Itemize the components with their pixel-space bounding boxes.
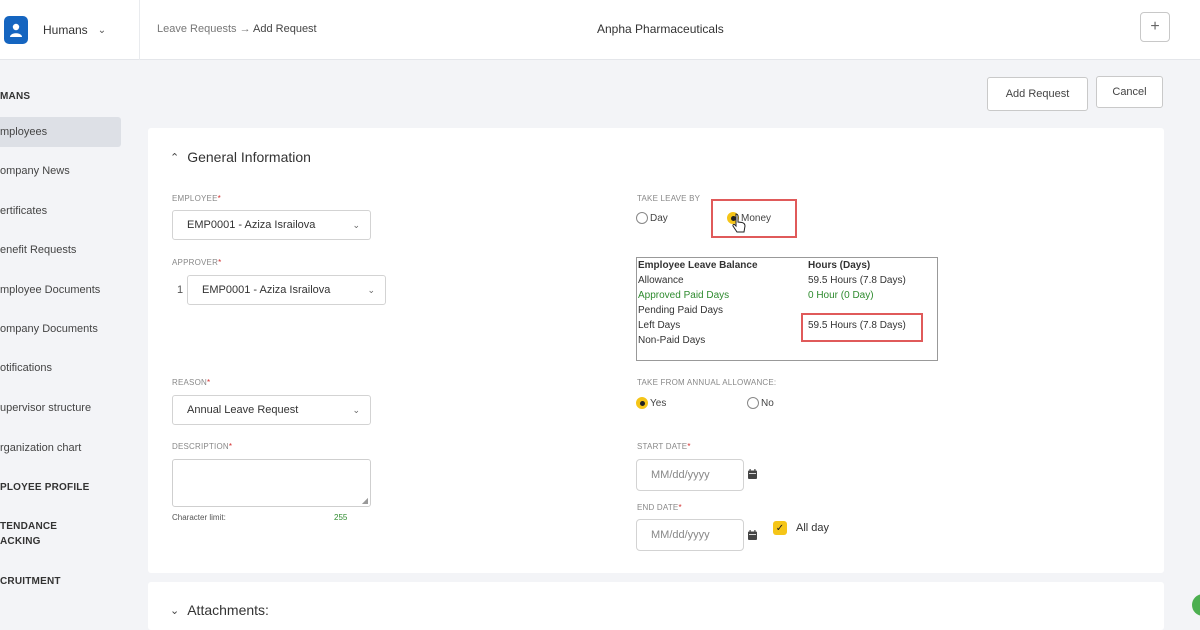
annual-yes-label: Yes [650,397,667,409]
sidebar-section-attendance-tracking[interactable]: ACKING [0,536,41,547]
balance-col-left: Employee Leave Balance [638,260,758,271]
sidebar-item-benefit-requests[interactable]: enefit Requests [0,235,121,265]
balance-row-value: 59.5 Hours (7.8 Days) [808,275,906,286]
sidebar-section-attendance[interactable]: TENDANCE [0,521,57,532]
chevron-down-icon: ⌄ [352,405,360,415]
sidebar-item-notifications[interactable]: otifications [0,353,121,383]
sidebar-item-company-news[interactable]: ompany News [0,156,121,186]
approver-label: APPROVER* [172,258,222,267]
chevron-down-icon: ⌄ [352,220,360,230]
radio-no-icon [747,397,759,409]
radio-yes-icon [636,397,648,409]
sidebar-item-supervisor-structure[interactable]: upervisor structure [0,393,121,423]
balance-row-value: 0 Hour (0 Day) [808,290,874,301]
cancel-button[interactable]: Cancel [1096,76,1163,108]
chevron-down-icon: ⌄ [367,285,375,295]
balance-row-name: Pending Paid Days [638,305,724,316]
breadcrumb-arrow-icon: → [239,23,251,35]
add-request-button[interactable]: Add Request [987,77,1088,111]
money-highlight-box [711,199,797,238]
all-day-label: All day [796,522,830,534]
take-leave-day-radio[interactable]: Day [636,212,668,224]
top-bar: Humans ⌄ Leave Requests → Add Request An… [0,0,1200,60]
employee-select[interactable]: EMP0001 - Aziza Israilova ⌄ [172,210,371,240]
balance-row-name: Left Days [638,320,681,331]
end-date-label: END DATE* [637,503,682,512]
all-day-checkbox[interactable]: ✓ [773,521,787,535]
sidebar-section-recruitment[interactable]: CRUITMENT [0,576,61,587]
start-date-label: START DATE* [637,442,691,451]
resize-handle-icon[interactable]: ◢ [362,496,368,505]
sidebar: MANS mployees ompany News ertificates en… [0,60,140,630]
chat-widget-icon[interactable] [1192,594,1200,616]
approver-index: 1 [177,284,184,296]
chevron-up-icon: ⌃ [170,151,180,164]
general-information-title: General Information [187,149,311,165]
left-days-highlight-box [801,313,923,342]
company-name: Anpha Pharmaceuticals [597,22,724,36]
attachments-title: Attachments: [187,602,269,618]
calendar-icon[interactable] [748,530,757,543]
brand-name: Humans [43,23,88,37]
checkmark-icon: ✓ [775,522,785,534]
general-information-header[interactable]: ⌃ General Information [170,149,311,165]
take-leave-day-label: Day [650,212,668,224]
brand-switcher[interactable]: Humans ⌄ [0,0,140,60]
add-button[interactable]: + [1140,12,1170,42]
sidebar-item-employee-documents[interactable]: mployee Documents [0,275,121,305]
balance-row-name: Non-Paid Days [638,335,706,346]
take-leave-by-label: TAKE LEAVE BY [637,194,701,203]
employee-select-value: EMP0001 - Aziza Israilova [187,219,316,231]
character-limit-label: Character limit: [172,513,226,522]
reason-select-value: Annual Leave Request [187,404,299,416]
sidebar-item-employees[interactable]: mployees [0,117,121,147]
approver-select-value: EMP0001 - Aziza Israilova [202,284,331,296]
breadcrumb-leave-requests[interactable]: Leave Requests [157,23,237,35]
balance-row-name: Allowance [638,275,684,286]
annual-no-label: No [761,397,774,409]
sidebar-item-organization-chart[interactable]: rganization chart [0,433,121,463]
annual-no-radio[interactable]: No [747,397,774,409]
sidebar-item-company-documents[interactable]: ompany Documents [0,314,121,344]
calendar-icon[interactable] [748,469,757,482]
humans-logo-icon [4,16,28,44]
start-date-input[interactable]: MM/dd/yyyy [636,459,744,491]
radio-day-icon [636,212,648,224]
approver-select[interactable]: EMP0001 - Aziza Israilova ⌄ [187,275,386,305]
table-header-row: Employee Leave Balance Hours (Days) [637,260,937,275]
attachments-card [148,582,1164,630]
sidebar-section-humans: MANS [0,91,31,102]
leave-balance-table: Employee Leave Balance Hours (Days) Allo… [636,257,938,361]
character-limit-value: 255 [334,513,348,522]
reason-select[interactable]: Annual Leave Request ⌄ [172,395,371,425]
balance-col-right: Hours (Days) [808,260,871,271]
reason-label: REASON* [172,378,211,387]
breadcrumb: Leave Requests → Add Request [157,23,317,35]
breadcrumb-current: Add Request [253,23,317,35]
table-row: Allowance 59.5 Hours (7.8 Days) [637,275,937,290]
description-textarea[interactable]: ◢ [172,459,371,507]
employee-label: EMPLOYEE* [172,194,221,203]
description-label: DESCRIPTION* [172,442,233,451]
attachments-header[interactable]: ⌄ Attachments: [170,602,269,618]
sidebar-section-employee-profile[interactable]: PLOYEE PROFILE [0,482,89,493]
table-row: Approved Paid Days 0 Hour (0 Day) [637,290,937,305]
annual-allowance-label: TAKE FROM ANNUAL ALLOWANCE: [637,378,777,387]
chevron-down-icon: ⌄ [170,604,180,617]
balance-row-name: Approved Paid Days [638,290,730,301]
annual-yes-radio[interactable]: Yes [636,397,666,409]
end-date-input[interactable]: MM/dd/yyyy [636,519,744,551]
chevron-down-icon: ⌄ [97,24,107,36]
sidebar-item-certificates[interactable]: ertificates [0,196,121,226]
